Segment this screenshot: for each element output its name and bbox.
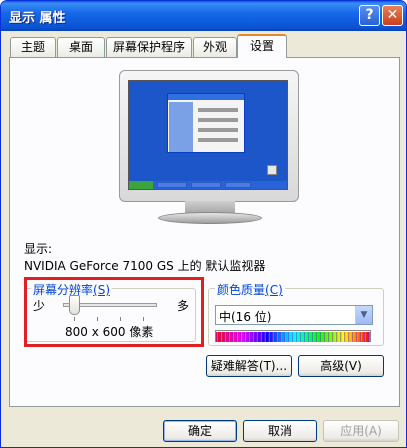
tab-appearance[interactable]: 外观 [193,37,237,57]
color-spectrum-bar [215,330,371,342]
resolution-max-label: 多 [177,299,190,313]
tab-screensaver[interactable]: 屏幕保护程序 [106,37,192,57]
troubleshoot-button[interactable]: 疑难解答(T)... [206,355,292,377]
display-device: NVIDIA GeForce 7100 GS 上的 默认监视器 [24,259,266,273]
apply-button[interactable]: 应用(A) [323,420,399,442]
monitor-stand [158,212,262,224]
tab-label: 主题 [20,40,45,54]
resolution-group: 屏幕分辨率(S) 少 多 800 x 600 像素 [24,281,196,342]
chevron-down-icon[interactable]: ▼ [355,306,372,324]
color-quality-value: 中(16 位) [219,310,272,324]
ok-button[interactable]: 确定 [163,420,237,442]
tab-label: 外观 [202,40,227,54]
close-icon: ✕ [386,7,399,23]
tab-label: 设置 [249,39,274,53]
color-quality-select[interactable]: 中(16 位) ▼ [215,305,373,325]
start-button-icon [129,181,153,189]
help-button[interactable]: ? [359,5,380,26]
desktop-preview [128,80,288,190]
advanced-button[interactable]: 高级(V) [298,355,384,377]
color-quality-legend: 颜色质量(C) [215,281,285,298]
window-title: 显示 属性 [9,11,66,26]
tab-themes[interactable]: 主题 [10,37,56,57]
display-label: 显示: [24,242,53,256]
settings-panel: 显示: NVIDIA GeForce 7100 GS 上的 默认监视器 屏幕分辨… [9,57,400,407]
recycle-bin-icon [267,165,277,175]
tab-label: 屏幕保护程序 [112,40,185,54]
display-properties-window: 显示 属性 ? ✕ 主题 桌面 屏幕保护程序 外观 设置 显示: NVIDIA … [0,0,407,448]
monitor-preview [119,70,299,202]
tab-desktop[interactable]: 桌面 [57,37,105,57]
tab-label: 桌面 [68,40,93,54]
resolution-slider-thumb[interactable] [69,295,80,315]
preview-taskbar [129,181,287,189]
cancel-button[interactable]: 取消 [243,420,317,442]
title-bar[interactable]: 显示 属性 ? ✕ [1,1,406,31]
color-spectrum-svg [216,332,370,342]
tab-settings[interactable]: 设置 [237,34,287,58]
close-button[interactable]: ✕ [382,5,403,26]
help-icon: ? [365,7,374,23]
resolution-value: 800 x 600 像素 [65,325,154,339]
resolution-min-label: 少 [33,299,46,313]
preview-window [167,93,245,153]
color-quality-group: 颜色质量(C) 中(16 位) ▼ [208,281,384,346]
